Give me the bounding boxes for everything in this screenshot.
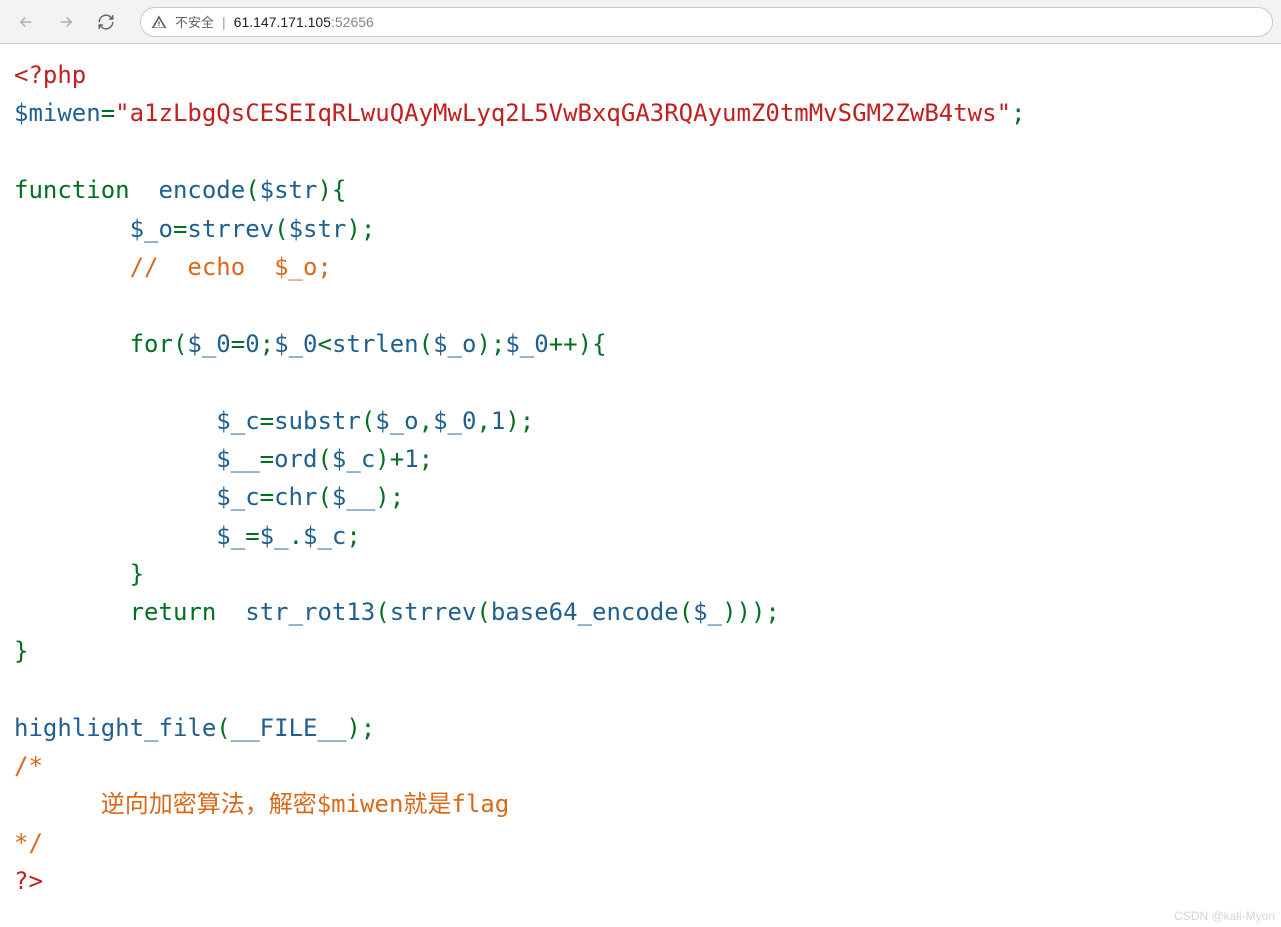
url-text: 61.147.171.105:52656 xyxy=(234,14,374,30)
var-miwen: $miwen xyxy=(14,99,101,127)
insecure-label: 不安全 xyxy=(175,12,214,31)
browser-toolbar: 不安全 | 61.147.171.105:52656 xyxy=(0,0,1281,44)
fn-encode: encode xyxy=(159,176,246,204)
address-bar[interactable]: 不安全 | 61.147.171.105:52656 xyxy=(140,7,1273,37)
arrow-left-icon xyxy=(17,13,35,31)
watermark: CSDN @kali-Myon xyxy=(1174,909,1275,923)
kw-function: function xyxy=(14,176,130,204)
separator: | xyxy=(222,14,226,30)
url-host: 61.147.171.105 xyxy=(234,14,331,30)
arrow-right-icon xyxy=(57,13,75,31)
comment-block-open: /* xyxy=(14,752,43,780)
url-port: :52656 xyxy=(331,14,374,30)
php-source: <?php $miwen="a1zLbgQsCESEIqRLwuQAyMwLyq… xyxy=(0,44,1281,913)
reload-icon xyxy=(97,13,115,31)
php-close-tag: ?> xyxy=(14,867,43,895)
comment-echo: // echo $_o; xyxy=(130,253,332,281)
comment-body: 逆向加密算法，解密$miwen就是flag xyxy=(101,790,510,818)
insecure-icon xyxy=(151,14,167,30)
reload-button[interactable] xyxy=(88,6,124,38)
back-button[interactable] xyxy=(8,6,44,38)
miwen-string: a1zLbgQsCESEIqRLwuQAyMwLyq2L5VwBxqGA3RQA… xyxy=(130,99,997,127)
php-open-tag: <?php xyxy=(14,61,86,89)
comment-block-close: */ xyxy=(14,829,43,857)
forward-button[interactable] xyxy=(48,6,84,38)
fn-highlight: highlight_file xyxy=(14,714,216,742)
